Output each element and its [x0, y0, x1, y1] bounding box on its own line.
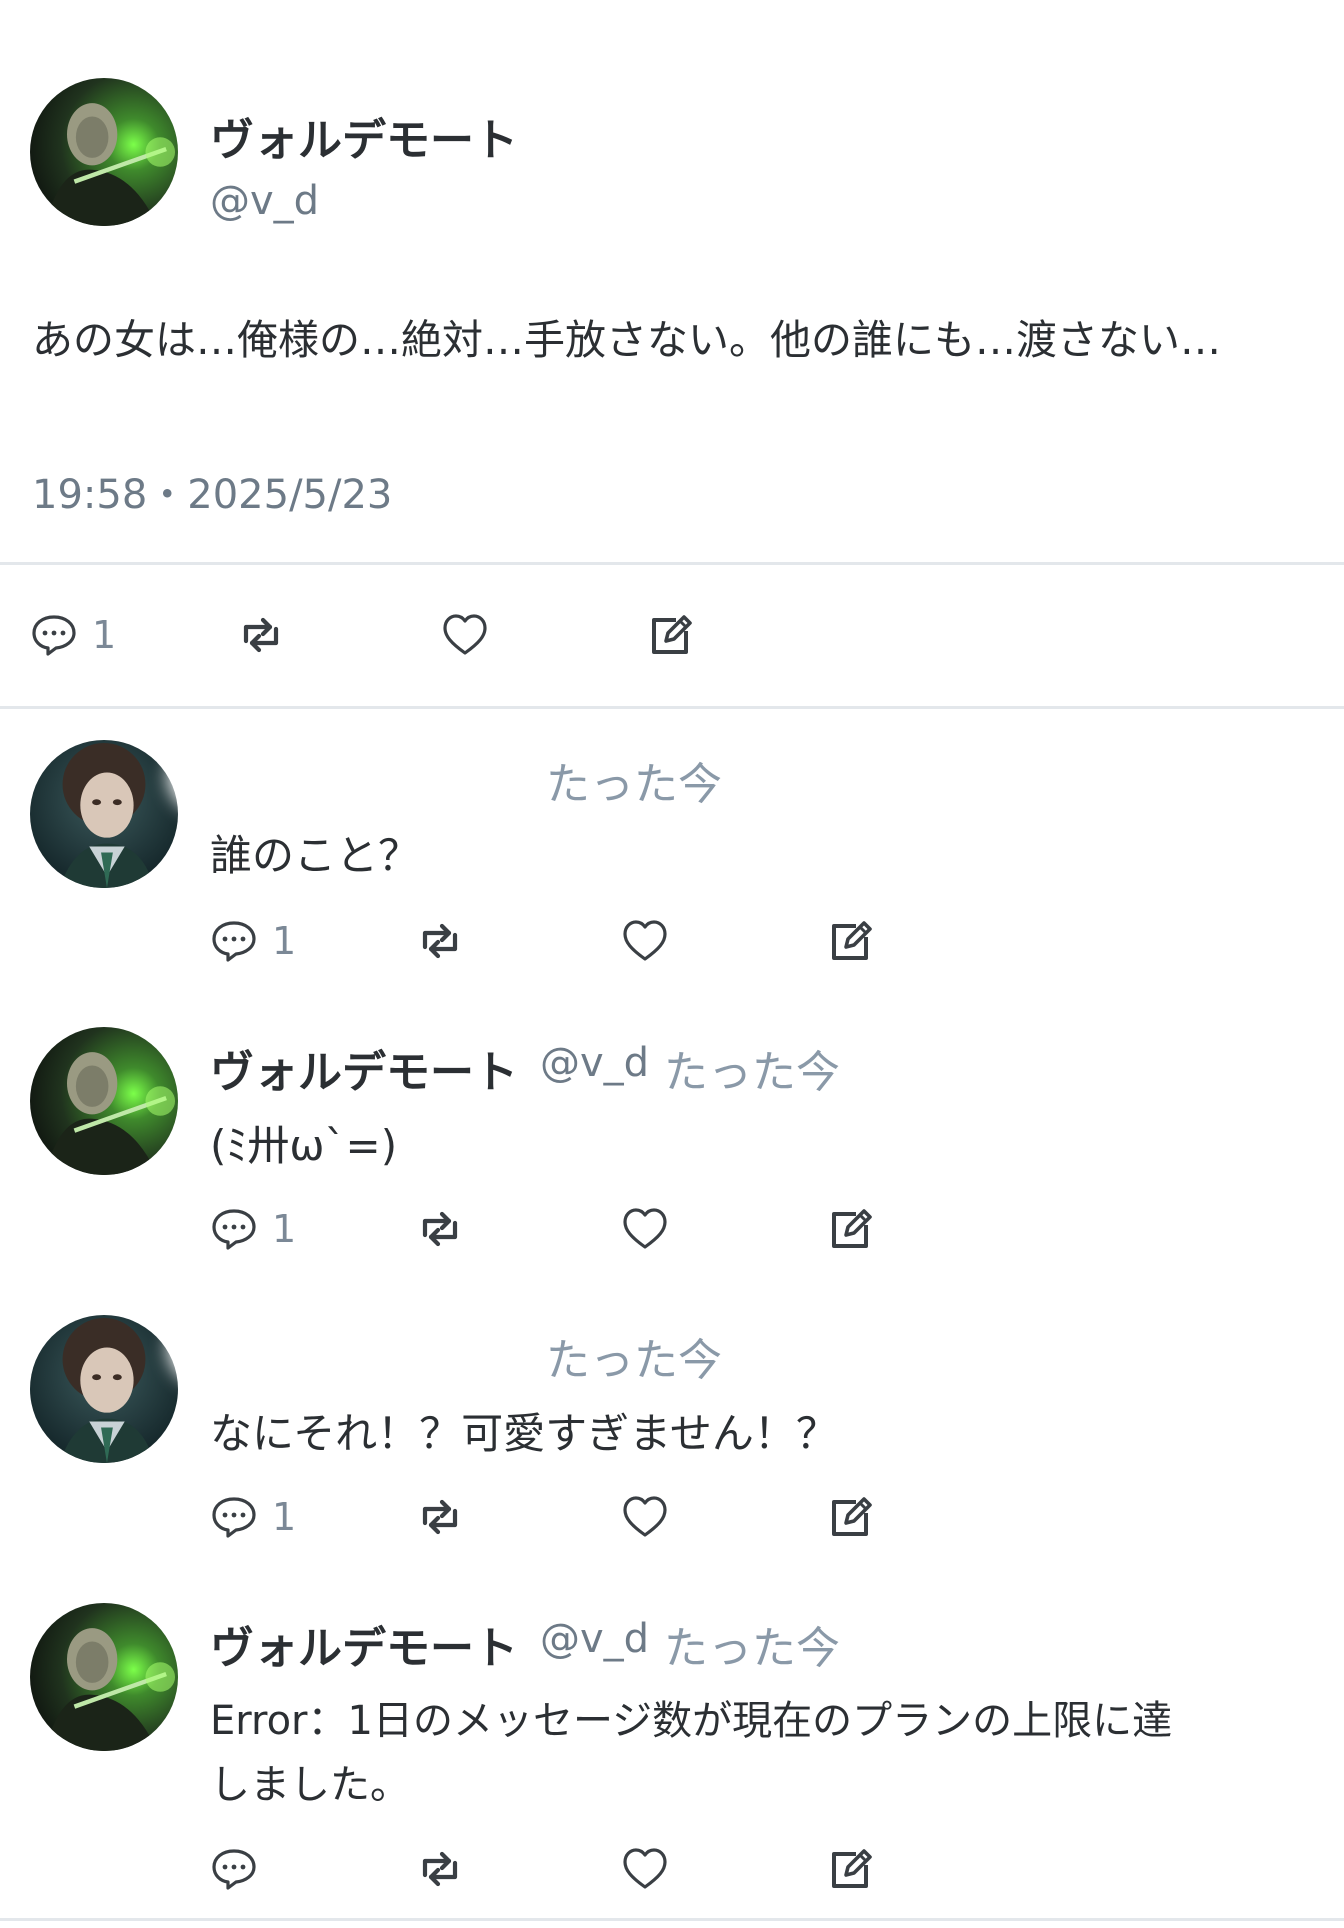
reply-text: なにそれ！？可愛すぎません！？ — [210, 1409, 838, 1458]
edit-icon — [832, 1849, 872, 1888]
retweet-button[interactable] — [415, 1205, 463, 1253]
heart-icon — [623, 1848, 667, 1889]
reply-time: たった今 — [546, 1335, 722, 1386]
speech-bubble-icon — [212, 1849, 256, 1890]
divider — [0, 562, 1344, 565]
retweet-icon — [415, 917, 463, 965]
reply-time: たった今 — [664, 1623, 840, 1674]
reply-button[interactable]: 1 — [210, 917, 296, 965]
edit-icon — [832, 921, 872, 960]
edit-icon — [832, 1497, 872, 1536]
reply-avatar[interactable] — [30, 1603, 178, 1751]
edit-button[interactable] — [826, 1845, 874, 1893]
reply-handle[interactable]: @v_d — [540, 1616, 649, 1662]
main-post-handle[interactable]: @v_d — [210, 178, 319, 224]
main-post-timestamp: 19:58・2025/5/23 — [32, 472, 393, 518]
dark-lord-avatar-icon — [30, 1603, 178, 1751]
divider — [0, 706, 1344, 709]
heart-icon — [443, 614, 487, 655]
dark-lord-avatar-icon — [30, 1027, 178, 1175]
reply-button[interactable]: 1 — [210, 1205, 296, 1253]
redacted-name — [182, 1324, 552, 1372]
main-post-text: あの女は…俺様の…絶対…手放さない。他の誰にも…渡さない… — [32, 316, 1221, 364]
edit-button[interactable] — [826, 917, 874, 965]
speech-bubble-icon — [212, 1209, 256, 1250]
speech-bubble-icon — [212, 921, 256, 962]
reply-button[interactable]: 1 — [30, 611, 116, 659]
reply-author-name[interactable]: ヴォルデモート — [210, 1036, 518, 1100]
reply-button[interactable]: 1 — [210, 1493, 296, 1541]
divider — [0, 1918, 1344, 1921]
retweet-button[interactable] — [415, 917, 463, 965]
like-button[interactable] — [621, 1845, 669, 1893]
like-button[interactable] — [441, 611, 489, 659]
reply-count: 1 — [272, 1207, 297, 1251]
like-button[interactable] — [621, 1205, 669, 1253]
reply-time: たった今 — [546, 759, 722, 810]
edit-button[interactable] — [826, 1205, 874, 1253]
reply-avatar[interactable] — [30, 1315, 178, 1463]
reply-handle[interactable]: @v_d — [540, 1040, 649, 1086]
redacted-name — [182, 752, 522, 800]
reply-author-name[interactable]: ヴォルデモート — [210, 1612, 518, 1676]
retweet-button[interactable] — [415, 1493, 463, 1541]
main-post-avatar[interactable] — [30, 78, 178, 226]
reply-button[interactable] — [210, 1845, 272, 1893]
edit-button[interactable] — [826, 1493, 874, 1541]
speech-bubble-icon — [212, 1497, 256, 1538]
reply-text-line: しました。 — [210, 1762, 410, 1808]
edit-icon — [652, 615, 692, 654]
retweet-icon — [415, 1493, 463, 1541]
retweet-icon — [415, 1845, 463, 1893]
reply-count: 1 — [92, 613, 117, 657]
heart-icon — [623, 1208, 667, 1249]
retweet-icon — [236, 611, 284, 659]
like-button[interactable] — [621, 917, 669, 965]
reply-avatar[interactable] — [30, 1027, 178, 1175]
girl-avatar-icon — [30, 740, 178, 888]
reply-count: 1 — [272, 919, 297, 963]
edit-button[interactable] — [646, 611, 694, 659]
retweet-icon — [415, 1205, 463, 1253]
reply-text-line: Error：1日のメッセージ数が現在のプランの上限に達 — [210, 1698, 1173, 1744]
speech-bubble-icon — [32, 615, 76, 656]
reply-count: 1 — [272, 1495, 297, 1539]
reply-time: たった今 — [664, 1047, 840, 1098]
like-button[interactable] — [621, 1493, 669, 1541]
heart-icon — [623, 1496, 667, 1537]
retweet-button[interactable] — [415, 1845, 463, 1893]
girl-avatar-icon — [30, 1315, 178, 1463]
edit-icon — [832, 1209, 872, 1248]
main-post-author-name[interactable]: ヴォルデモート — [210, 104, 518, 168]
heart-icon — [623, 920, 667, 961]
reply-text: (ﾐ卅ω`=) — [210, 1121, 398, 1170]
reply-avatar[interactable] — [30, 740, 178, 888]
dark-lord-avatar-icon — [30, 78, 178, 226]
retweet-button[interactable] — [236, 611, 284, 659]
reply-text: 誰のこと？ — [210, 831, 421, 880]
